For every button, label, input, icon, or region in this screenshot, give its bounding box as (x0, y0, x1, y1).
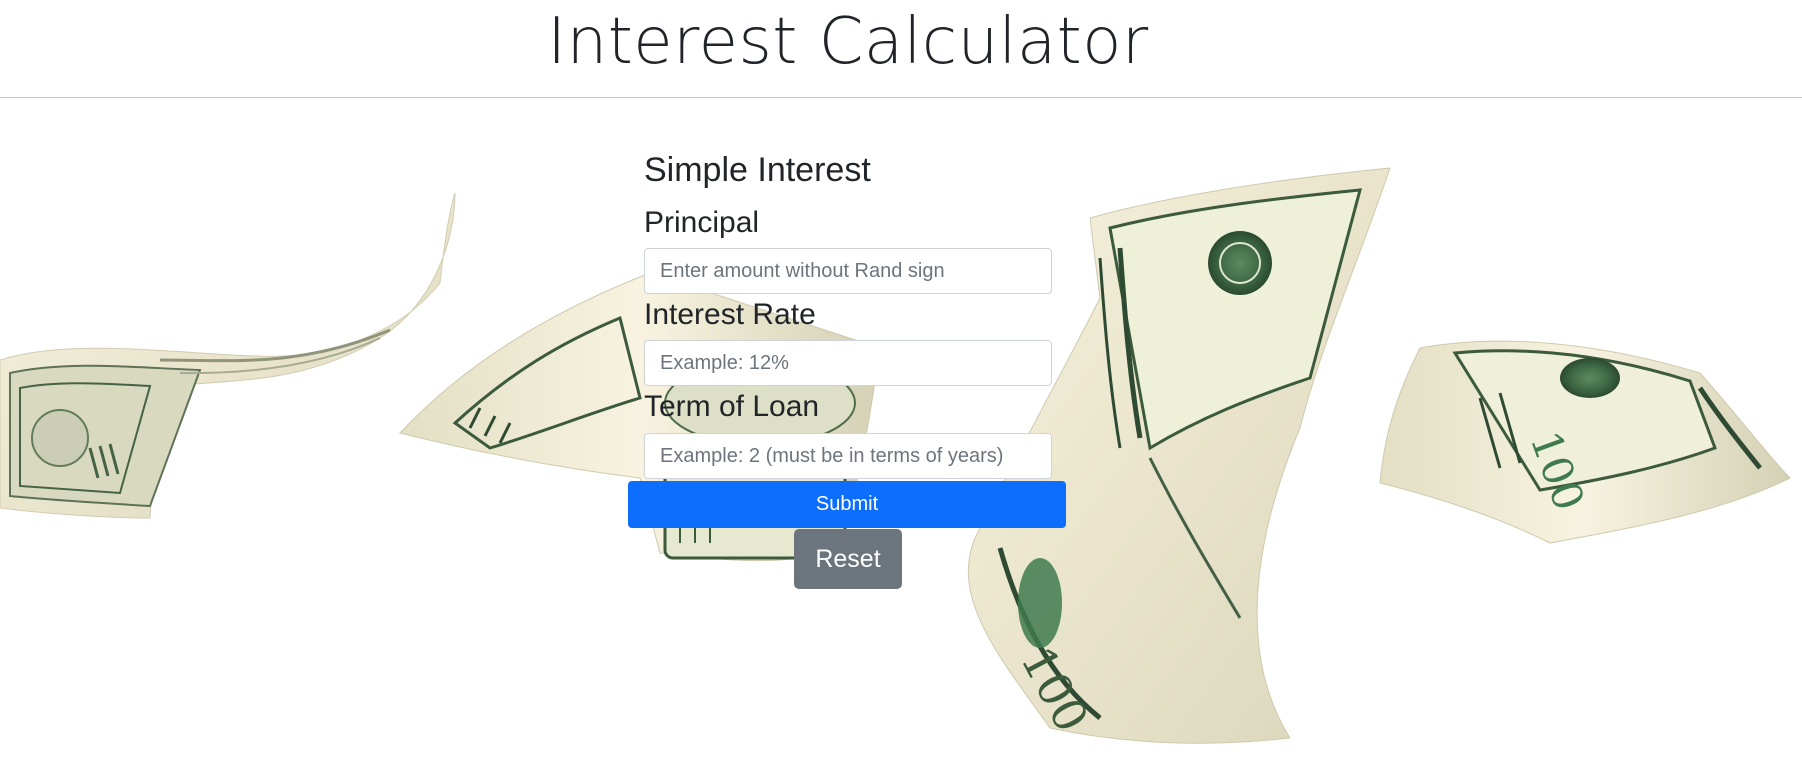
term-of-loan-label: Term of Loan (644, 390, 820, 423)
banknote-right: 100 (1379, 340, 1791, 544)
principal-input[interactable] (644, 248, 1052, 294)
principal-label: Principal (644, 206, 760, 239)
page: Interest Calculator 100 100 Simple Inter… (0, 0, 1802, 773)
page-title: Interest Calculator (547, 5, 1149, 79)
interest-rate-label: Interest Rate (644, 298, 816, 331)
banknote-left (0, 192, 456, 519)
submit-button[interactable]: Submit (628, 481, 1066, 528)
page-header: Interest Calculator (0, 0, 1802, 98)
section-title: Simple Interest (644, 151, 871, 189)
term-of-loan-input[interactable] (644, 433, 1052, 479)
interest-rate-input[interactable] (644, 340, 1052, 386)
reset-button[interactable]: Reset (794, 529, 902, 589)
